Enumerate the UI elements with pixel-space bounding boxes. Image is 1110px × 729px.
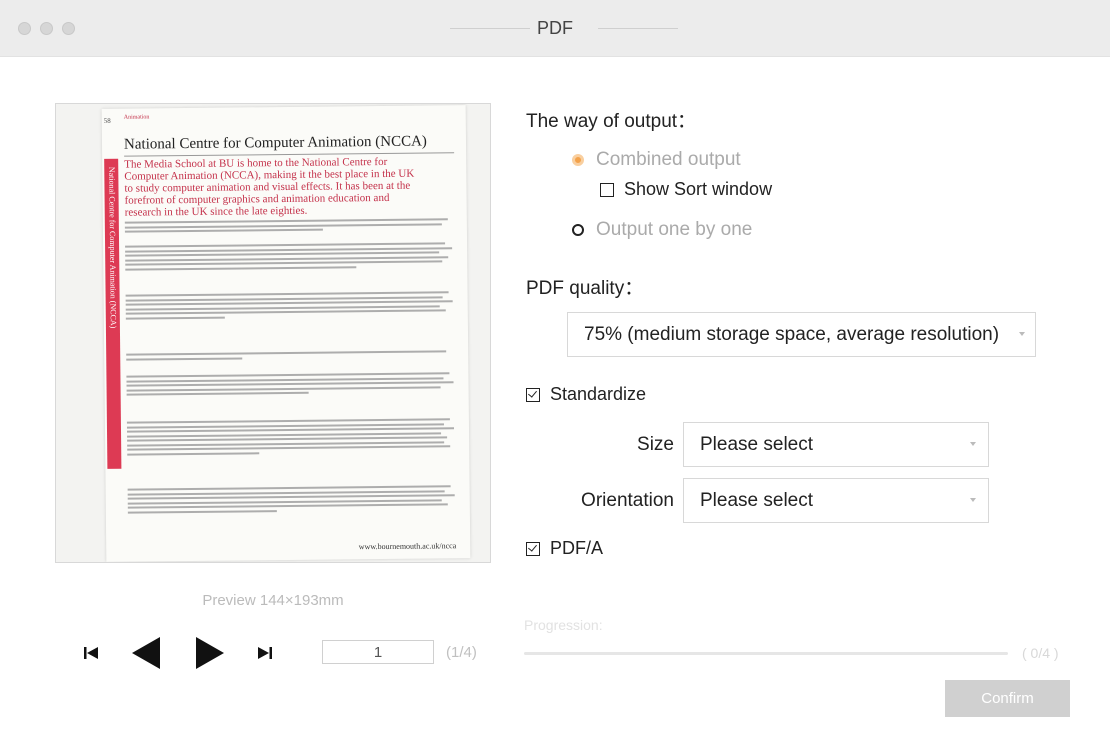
radio-combined-output[interactable]: Combined output <box>572 149 741 171</box>
standardize-label: Standardize <box>550 384 647 404</box>
pdf-quality-label: PDF quality： <box>526 278 644 299</box>
sheet-page-number: 58 <box>103 116 111 125</box>
first-page-icon[interactable] <box>84 645 98 661</box>
chevron-down-icon <box>970 441 976 446</box>
sheet-header: Animation <box>123 114 150 121</box>
sheet-paragraph <box>126 418 457 457</box>
sheet-url: www.bournemouth.ac.uk/ncca <box>358 541 457 552</box>
sheet-paragraph <box>124 218 455 235</box>
orientation-value: Please select <box>700 489 814 511</box>
sheet-paragraph <box>125 242 455 272</box>
chevron-down-icon <box>970 497 976 502</box>
checkbox-empty-icon <box>600 182 614 197</box>
orientation-select[interactable]: Please select <box>683 478 989 523</box>
sheet-lead-text: The Media School at BU is home to the Na… <box>124 155 415 219</box>
show-sort-window-label: Show Sort window <box>624 179 773 199</box>
size-value: Please select <box>700 433 814 455</box>
radio-selected-icon <box>572 154 584 166</box>
checkbox-checked-icon <box>526 387 540 402</box>
orientation-label: Orientation <box>581 490 674 511</box>
radio-one-by-one[interactable]: Output one by one <box>572 219 752 241</box>
progression-label: Progression: <box>524 617 603 633</box>
sheet-title: National Centre for Computer Animation (… <box>123 133 455 157</box>
sheet-paragraph <box>127 485 458 515</box>
pdfa-label: PDF/A <box>550 538 604 558</box>
title-bar: PDF <box>0 0 1110 57</box>
sheet-paragraph <box>126 372 456 398</box>
size-select[interactable]: Please select <box>683 422 989 467</box>
radio-unselected-icon <box>572 224 584 236</box>
standardize-checkbox[interactable]: Standardize <box>526 384 646 405</box>
previous-page-icon[interactable] <box>131 636 161 670</box>
progress-count: ( 0/4 ) <box>1022 645 1059 661</box>
combined-output-label: Combined output <box>596 149 741 170</box>
next-page-icon[interactable] <box>195 636 225 670</box>
window-title: PDF <box>537 18 573 38</box>
preview-size-label: Preview 144×193mm <box>202 592 344 609</box>
page-total: (1/4) <box>446 644 477 661</box>
chevron-down-icon <box>1019 331 1025 336</box>
page-number-input[interactable] <box>322 640 434 664</box>
size-label: Size <box>637 434 674 455</box>
title-divider-right <box>598 28 678 29</box>
pdf-quality-select[interactable]: 75% (medium storage space, average resol… <box>567 312 1036 357</box>
one-by-one-label: Output one by one <box>596 219 753 240</box>
last-page-icon[interactable] <box>258 645 272 661</box>
sheet-paragraph <box>126 350 456 362</box>
preview-sheet: 58 Animation National Centre for Compute… <box>101 105 471 562</box>
show-sort-window-checkbox[interactable]: Show Sort window <box>600 179 772 200</box>
progress-bar <box>524 652 1008 655</box>
pdfa-checkbox[interactable]: PDF/A <box>526 538 603 559</box>
pdf-quality-value: 75% (medium storage space, average resol… <box>584 323 1000 345</box>
sheet-paragraph <box>125 291 456 321</box>
output-way-label: The way of output： <box>526 111 697 132</box>
confirm-button[interactable]: Confirm <box>945 680 1070 717</box>
page-preview: 58 Animation National Centre for Compute… <box>55 103 491 563</box>
checkbox-checked-icon <box>526 541 540 556</box>
